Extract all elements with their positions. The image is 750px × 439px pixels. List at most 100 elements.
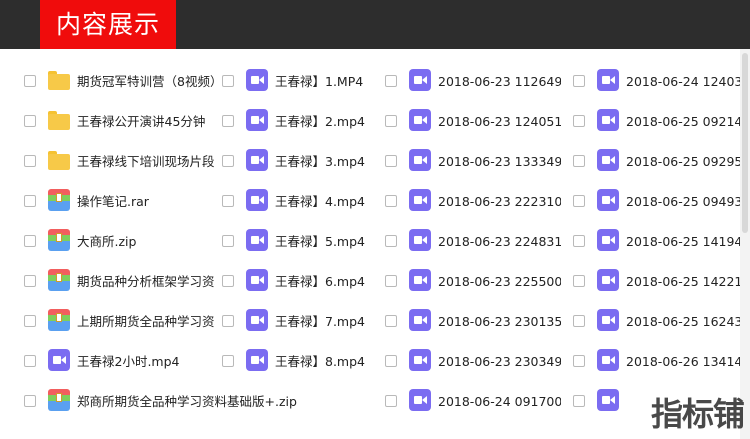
file-row: 王春禄2小时.mp4 王春禄】8.mp4 2018-06-23 230349.mp4… (0, 342, 740, 382)
file-checkbox[interactable] (222, 235, 234, 247)
file-item[interactable]: 王春禄2小时.mp4 (24, 342, 204, 382)
file-checkbox[interactable] (385, 195, 397, 207)
file-checkbox[interactable] (573, 355, 585, 367)
file-checkbox[interactable] (573, 75, 585, 87)
file-checkbox[interactable] (385, 155, 397, 167)
file-row: 操作笔记.rar 王春禄】4.mp4 2018-06-23 222310.mp4 20… (0, 182, 740, 222)
video-file-icon (597, 389, 619, 411)
file-item[interactable]: 王春禄】8.mp4 (222, 342, 402, 382)
file-item[interactable]: 2018-06-26 134141.mp4 (573, 342, 740, 382)
file-checkbox[interactable] (222, 315, 234, 327)
scrollbar[interactable] (740, 49, 750, 439)
file-item[interactable]: 2018-06-25 141949.mp4 (573, 222, 740, 262)
file-item[interactable]: 操作笔记.rar (24, 182, 204, 222)
file-item[interactable]: 郑商所期货全品种学习资料基础版+.zip (24, 382, 384, 422)
file-checkbox[interactable] (385, 275, 397, 287)
file-checkbox[interactable] (573, 115, 585, 127)
file-checkbox[interactable] (385, 315, 397, 327)
file-item[interactable]: 王春禄】4.mp4 (222, 182, 402, 222)
file-checkbox[interactable] (24, 395, 36, 407)
file-checkbox[interactable] (24, 235, 36, 247)
archive-file-icon (48, 189, 70, 211)
file-item[interactable]: 期货品种分析框架学习资料 (24, 262, 215, 302)
file-item[interactable]: 2018-06-23 230349.mp4 (385, 342, 565, 382)
file-item[interactable]: 2018-06-25 162432.mp4 (573, 302, 740, 342)
file-item[interactable]: 2018-06-23 222310.mp4 (385, 182, 565, 222)
file-name: 2018-06-23 124051.mp4 (438, 114, 561, 129)
file-checkbox[interactable] (573, 395, 585, 407)
folder-icon (48, 149, 70, 171)
file-checkbox[interactable] (24, 75, 36, 87)
file-item[interactable]: 2018-06-23 133349.mp4 (385, 142, 565, 182)
file-item[interactable]: 王春禄】2.mp4 (222, 102, 402, 142)
file-item[interactable]: 2018-06-23 230135.mp4 (385, 302, 565, 342)
file-checkbox[interactable] (573, 235, 585, 247)
file-item[interactable]: 王春禄】5.mp4 (222, 222, 402, 262)
file-checkbox[interactable] (24, 155, 36, 167)
video-file-icon (246, 109, 268, 131)
file-item[interactable]: 2018-06-23 224831.mp4 (385, 222, 565, 262)
folder-icon (48, 109, 70, 131)
file-item[interactable]: 2018-06-23 225500.mp4 (385, 262, 565, 302)
video-file-icon (246, 149, 268, 171)
file-checkbox[interactable] (385, 395, 397, 407)
file-item[interactable]: 2018-06-23 112649.mp4 (385, 62, 565, 102)
video-file-icon (597, 69, 619, 91)
file-item[interactable]: 2018-06-24 091700.mp4 (385, 382, 565, 422)
file-item[interactable]: 期货冠军特训营（8视频） (24, 62, 215, 102)
file-row: 郑商所期货全品种学习资料基础版+.zip 2018-06-24 091700.mp… (0, 382, 740, 422)
file-checkbox[interactable] (573, 315, 585, 327)
file-item[interactable]: 王春禄】1.MP4 (222, 62, 402, 102)
file-item[interactable]: 2018-06-23 124051.mp4 (385, 102, 565, 142)
file-name: 2018-06-24 091700.mp4 (438, 394, 561, 409)
file-checkbox[interactable] (222, 195, 234, 207)
video-file-icon (597, 349, 619, 371)
file-checkbox[interactable] (24, 195, 36, 207)
file-name: 期货冠军特训营（8视频） (77, 74, 215, 89)
file-checkbox[interactable] (385, 355, 397, 367)
video-file-icon (597, 189, 619, 211)
file-checkbox[interactable] (24, 115, 36, 127)
file-checkbox[interactable] (573, 275, 585, 287)
file-checkbox[interactable] (24, 315, 36, 327)
file-checkbox[interactable] (385, 75, 397, 87)
video-file-icon (597, 229, 619, 251)
file-checkbox[interactable] (222, 355, 234, 367)
file-row: 大商所.zip 王春禄】5.mp4 2018-06-23 224831.mp4 201… (0, 222, 740, 262)
file-checkbox[interactable] (24, 355, 36, 367)
file-item[interactable]: 王春禄】7.mp4 (222, 302, 402, 342)
file-checkbox[interactable] (385, 115, 397, 127)
file-item[interactable]: 2018-06-25 094931.mp4 (573, 182, 740, 222)
video-file-icon (409, 349, 431, 371)
file-item[interactable]: 2018-06-25 092140.mp4 (573, 102, 740, 142)
file-item[interactable]: 2018-06-24 124036.mp4 (573, 62, 740, 102)
file-name: 2018-06-23 112649.mp4 (438, 74, 561, 89)
file-item[interactable]: 大商所.zip (24, 222, 204, 262)
watermark-logo: 指标铺 (650, 395, 745, 433)
video-file-icon (246, 309, 268, 331)
file-checkbox[interactable] (222, 275, 234, 287)
file-checkbox[interactable] (385, 235, 397, 247)
file-name: 2018-06-24 124036.mp4 (626, 74, 740, 89)
video-file-icon (409, 389, 431, 411)
file-name: 2018-06-23 133349.mp4 (438, 154, 561, 169)
file-checkbox[interactable] (573, 195, 585, 207)
file-checkbox[interactable] (24, 275, 36, 287)
file-item[interactable]: 王春禄】3.mp4 (222, 142, 402, 182)
file-item[interactable]: 上期所期货全品种学习资料 (24, 302, 215, 342)
file-item[interactable]: 王春禄公开演讲45分钟 (24, 102, 205, 142)
video-file-icon (409, 69, 431, 91)
file-checkbox[interactable] (573, 155, 585, 167)
file-item[interactable]: 2018-06-25 142215.mp4 (573, 262, 740, 302)
file-name: 王春禄】8.mp4 (275, 354, 365, 369)
file-item[interactable]: 2018-06-25 092957.mp4 (573, 142, 740, 182)
file-item[interactable]: 王春禄线下培训现场片段 (24, 142, 215, 182)
scrollbar-thumb[interactable] (742, 53, 748, 233)
video-file-icon (246, 189, 268, 211)
file-checkbox[interactable] (222, 115, 234, 127)
file-item[interactable]: 王春禄】6.mp4 (222, 262, 402, 302)
file-checkbox[interactable] (222, 75, 234, 87)
file-checkbox[interactable] (222, 155, 234, 167)
file-name: 2018-06-25 141949.mp4 (626, 234, 740, 249)
file-name: 2018-06-25 142215.mp4 (626, 274, 740, 289)
